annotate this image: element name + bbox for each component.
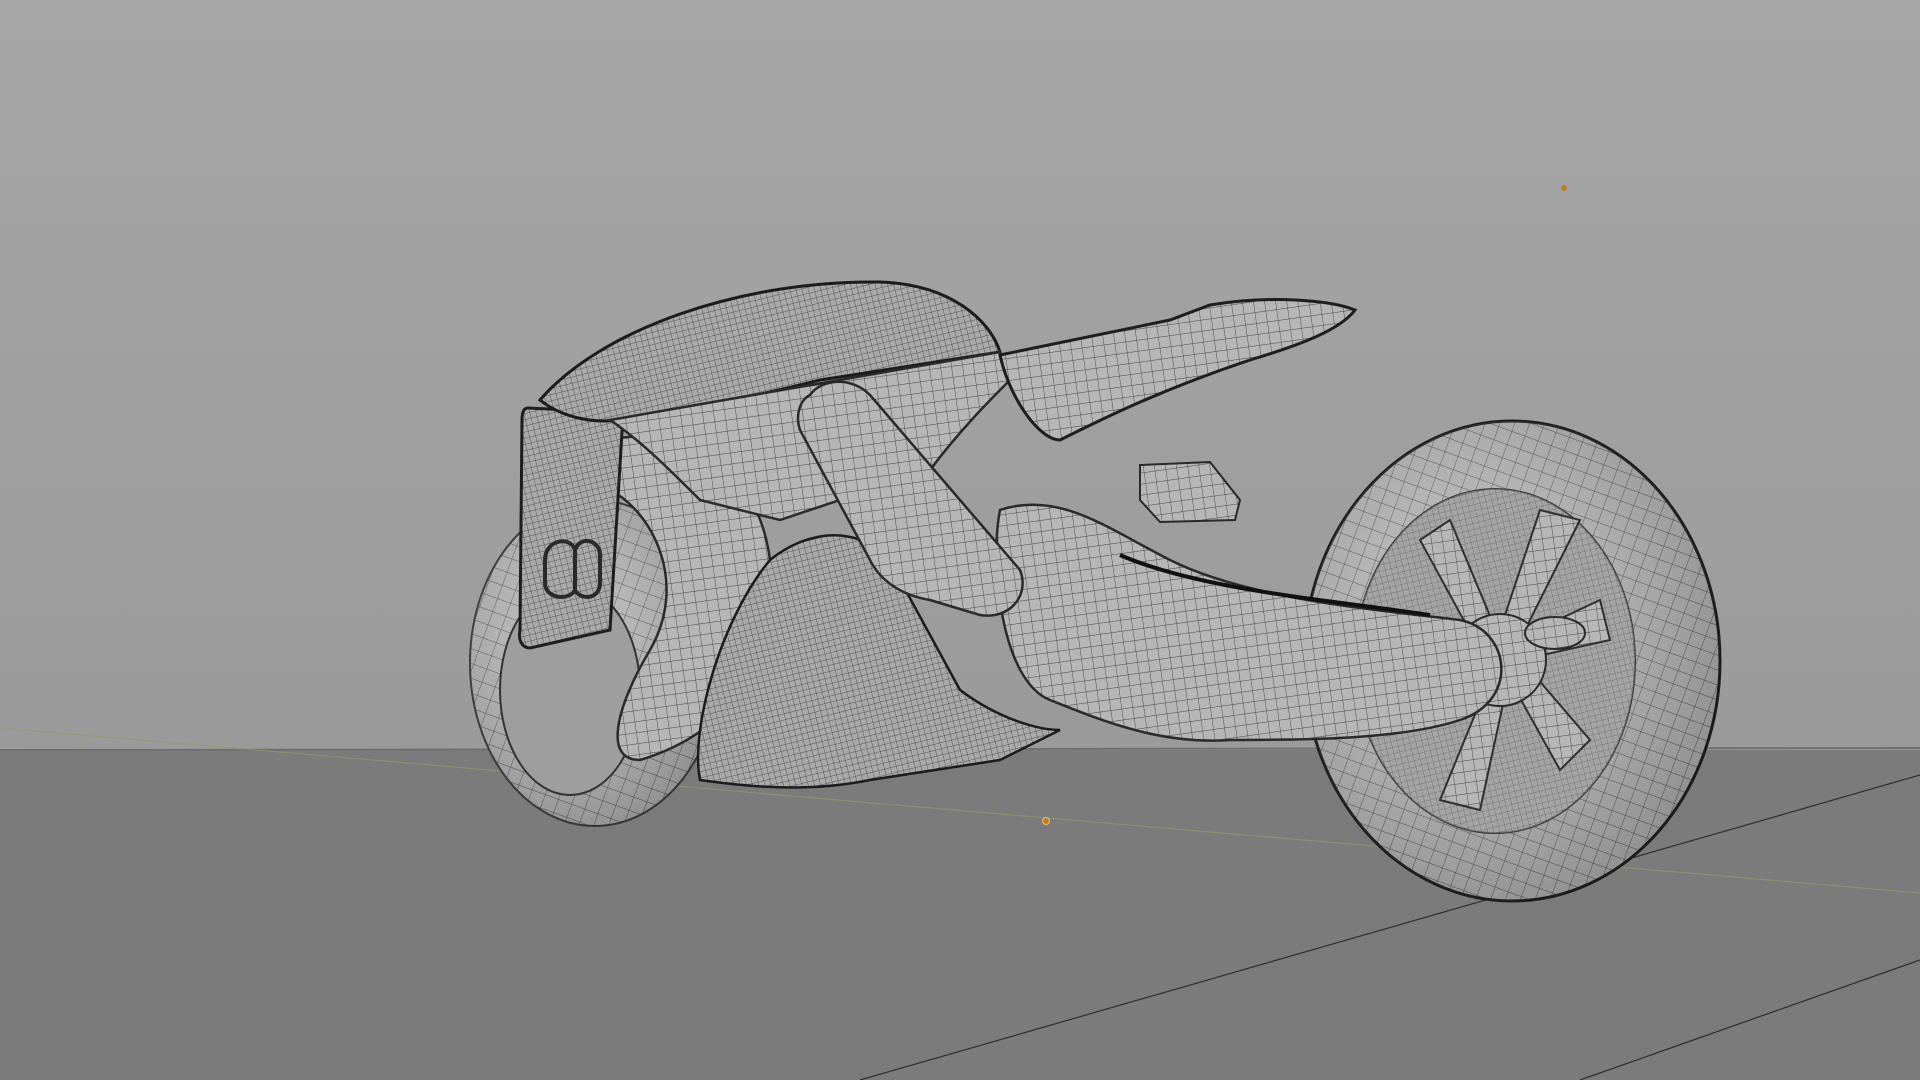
front-plate[interactable] bbox=[518, 406, 625, 650]
origin-marker[interactable] bbox=[1042, 817, 1050, 825]
viewport-canvas[interactable] bbox=[0, 0, 1920, 1080]
tail-section[interactable] bbox=[998, 298, 1358, 442]
3d-viewport[interactable] bbox=[0, 0, 1920, 1080]
light-marker[interactable] bbox=[1561, 185, 1567, 191]
seat-box[interactable] bbox=[1139, 460, 1242, 524]
